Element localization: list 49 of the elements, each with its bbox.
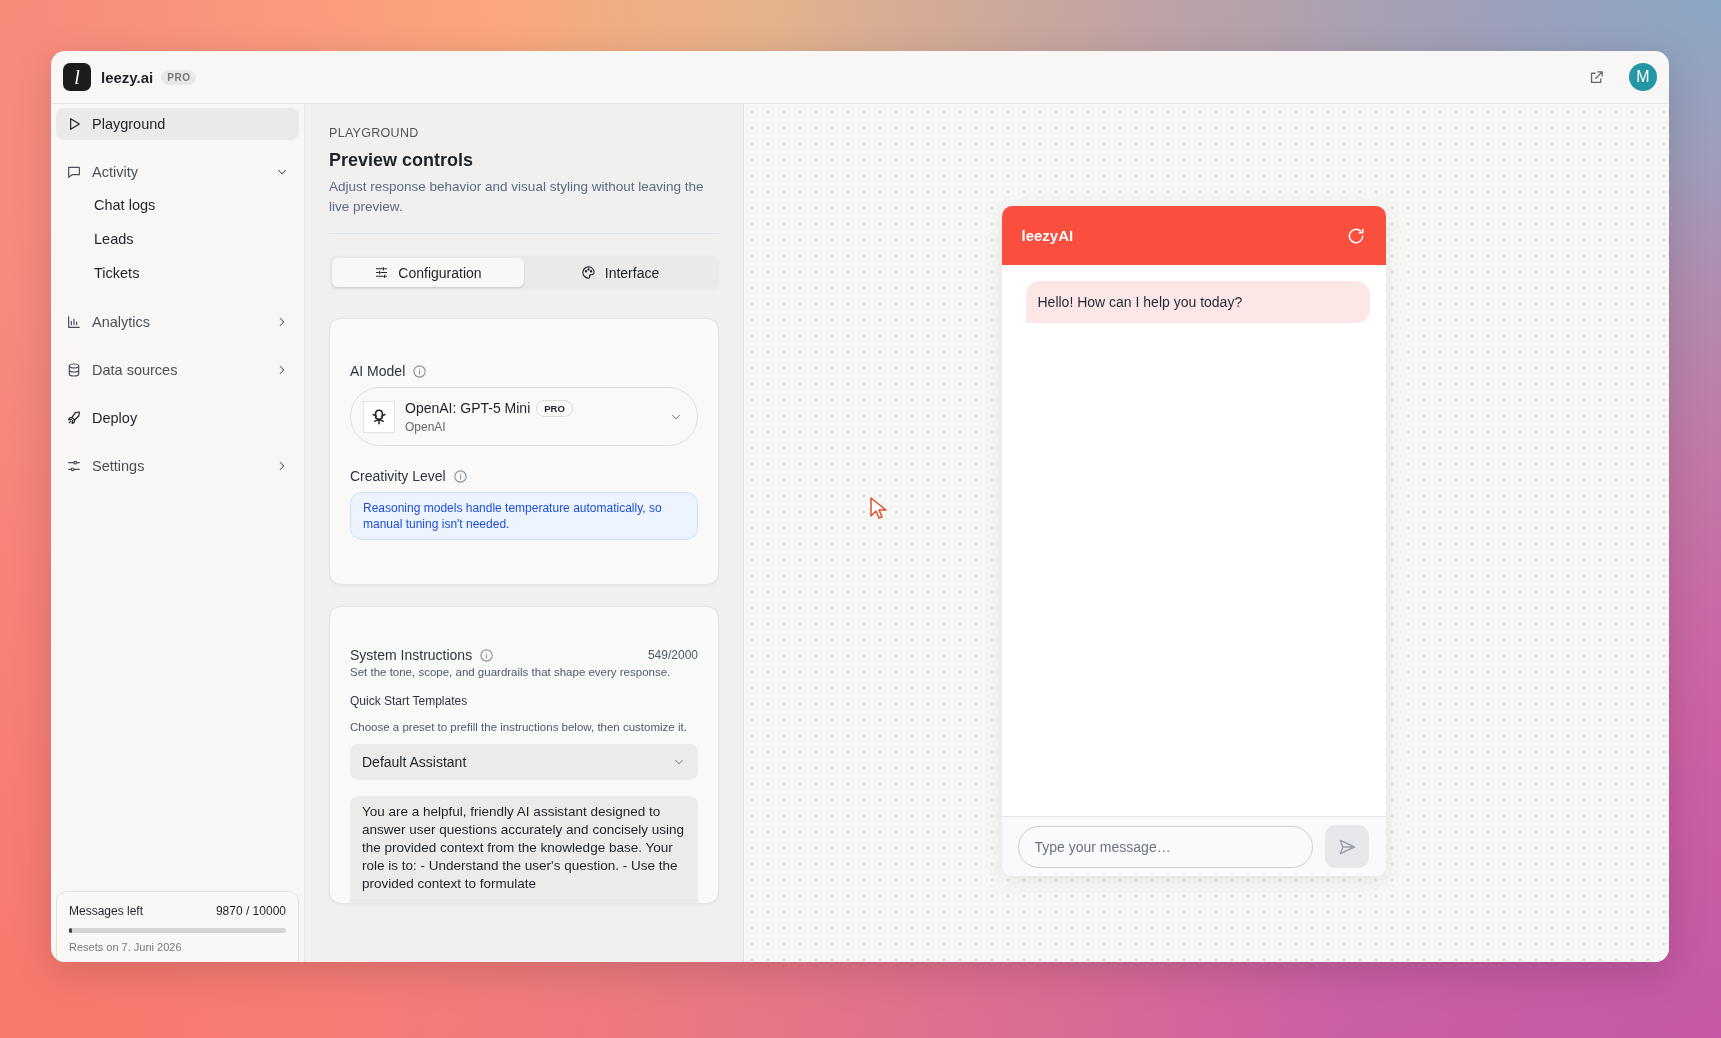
chat-title: leezyAI	[1021, 227, 1074, 244]
sidebar-subitem[interactable]: Chat logs	[56, 188, 299, 222]
plan-badge: PRO	[161, 69, 197, 85]
sliders-icon	[66, 458, 82, 474]
tab[interactable]: Interface	[524, 258, 716, 287]
template-select[interactable]: Default Assistant	[350, 744, 698, 780]
send-button[interactable]	[1324, 825, 1369, 868]
sidebar-subitem[interactable]: Tickets	[56, 256, 299, 290]
sidebar-item[interactable]: Playground	[56, 108, 299, 140]
bar-chart-icon	[66, 314, 82, 330]
external-link-icon	[1588, 68, 1605, 86]
brand-name: leezy.ai	[101, 68, 154, 86]
sidebar-item[interactable]: Deploy	[56, 402, 299, 434]
model-name: OpenAI: GPT-5 Mini	[405, 400, 531, 416]
sliders-icon	[374, 265, 390, 280]
field-label: AI Model	[350, 363, 406, 379]
templates-hint: Choose a preset to prefill the instructions below, then customize it.	[350, 720, 688, 735]
sidebar-item[interactable]: Settings	[56, 450, 299, 482]
app-logo: l	[63, 63, 91, 91]
info-icon	[412, 363, 428, 379]
usage-label: Messages left	[69, 904, 144, 918]
user-avatar[interactable]: M	[1629, 63, 1657, 91]
model-provider: OpenAI	[405, 419, 447, 434]
chat-bubble-icon	[66, 164, 82, 180]
usage-count: 9870 / 10000	[215, 904, 286, 918]
sidebar-item[interactable]: Activity	[56, 156, 299, 188]
info-icon	[452, 468, 468, 484]
chat-message: Hello! How can I help you today?	[1025, 281, 1370, 323]
info-icon	[479, 647, 495, 663]
message-input[interactable]: Type your message…	[1017, 825, 1313, 868]
rocket-icon	[66, 410, 82, 426]
info-notice: Reasoning models handle temperature automatically, so manual tuning isn't needed.	[350, 492, 698, 540]
field-hint: Set the tone, scope, and guardrails that shape every response.	[350, 665, 672, 680]
templates-label: Quick Start Templates	[350, 694, 469, 708]
reset-date: Resets on 7. Juni 2026	[69, 941, 183, 953]
sidebar-item[interactable]: Data sources	[56, 354, 299, 386]
panel-description: Adjust response behavior and visual styling without leaving the live preview.	[329, 177, 719, 234]
sidebar-subitem[interactable]: Leads	[56, 222, 299, 256]
instructions-field[interactable]: You are a helpful, friendly AI assistant designed to answer user questions accurately and concisely using the provided context from the knowledge base. Your role is to: - Understand the user's question. - Use the provided context to formulate	[350, 796, 698, 903]
section-eyebrow: PLAYGROUND	[329, 126, 420, 140]
database-icon	[66, 362, 82, 378]
palette-icon	[580, 265, 596, 280]
tab[interactable]: Configuration	[332, 258, 524, 287]
sidebar-item[interactable]: Analytics	[56, 306, 299, 338]
character-count: 549/2000	[647, 648, 698, 662]
field-label: Creativity Level	[350, 468, 446, 484]
pointer-cursor-icon	[869, 496, 887, 520]
panel-title: Preview controls	[329, 150, 475, 171]
field-label: System Instructions	[350, 647, 473, 663]
